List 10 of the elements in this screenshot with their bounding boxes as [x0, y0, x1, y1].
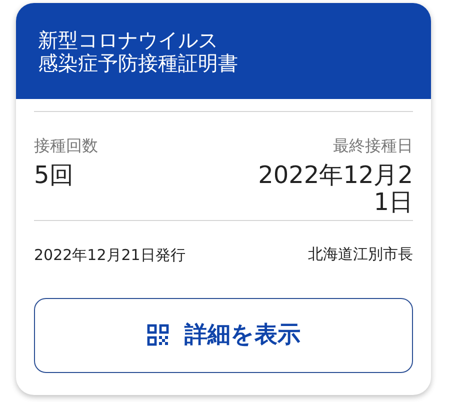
- count-value: 5回: [34, 162, 74, 189]
- last-date-label: 最終接種日: [333, 135, 413, 157]
- issue-date: 2022年12月21日発行: [34, 244, 186, 266]
- count-label: 接種回数: [34, 135, 98, 157]
- card-title: 感染症予防接種証明書: [38, 52, 239, 75]
- last-date-value: 2022年12月21日: [257, 162, 413, 216]
- card-title: 新型コロナウイルス: [38, 29, 219, 52]
- qr-code-icon: [146, 324, 168, 346]
- issuer-name: 北海道江別市長: [308, 244, 413, 265]
- show-details-button[interactable]: 詳細を表示: [34, 298, 413, 372]
